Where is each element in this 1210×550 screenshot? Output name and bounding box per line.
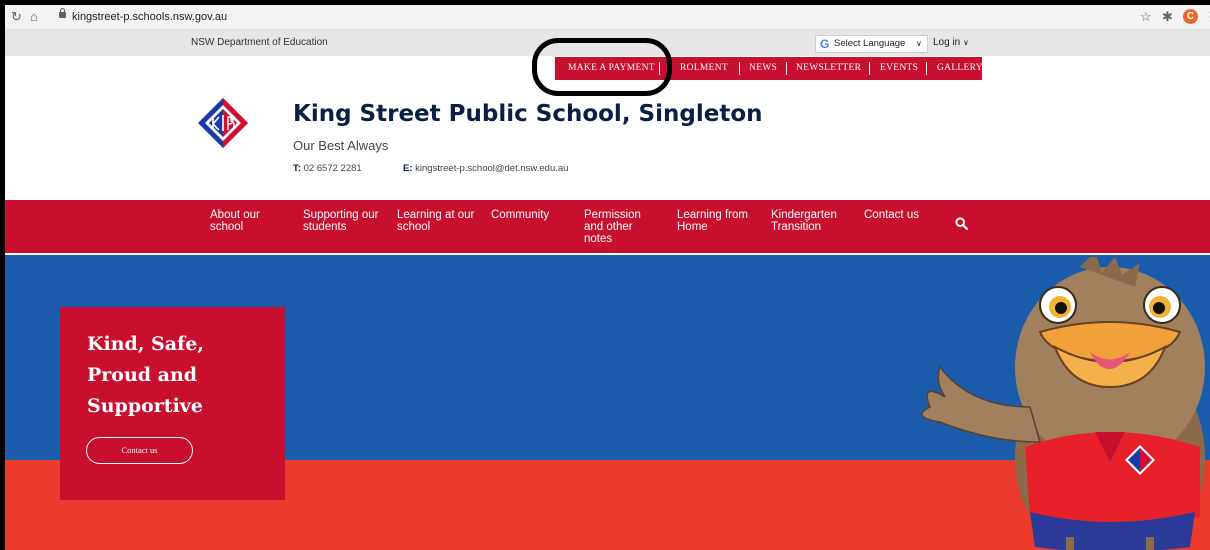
- quick-link-gallery[interactable]: GALLERY: [937, 63, 983, 73]
- phone-label: T:: [293, 163, 301, 174]
- divider: [926, 62, 927, 75]
- login-label: Log in: [933, 37, 961, 48]
- address-bar[interactable]: kingstreet-p.schools.nsw.gov.au: [72, 8, 227, 26]
- search-icon[interactable]: [955, 217, 968, 230]
- nav-about-our-school[interactable]: About our school: [210, 209, 290, 233]
- school-phone: T: 02 6572 2281: [293, 163, 362, 174]
- extensions-icon[interactable]: ✱: [1162, 8, 1173, 26]
- browser-window: ↻ ⌂ kingstreet-p.schools.nsw.gov.au ☆ ✱ …: [5, 5, 1210, 550]
- phone-number[interactable]: 02 6572 2281: [304, 163, 362, 174]
- bookmark-star-icon[interactable]: ☆: [1140, 8, 1152, 26]
- hand-drawn-circle-annotation: [532, 38, 672, 96]
- nav-supporting-our-students[interactable]: Supporting our students: [303, 209, 383, 233]
- google-g-icon: G: [820, 37, 830, 51]
- contact-us-button[interactable]: Contact us: [86, 437, 193, 464]
- nav-kindergarten-transition[interactable]: Kindergarten Transition: [771, 209, 851, 233]
- browser-toolbar: ↻ ⌂ kingstreet-p.schools.nsw.gov.au ☆ ✱ …: [5, 5, 1210, 30]
- nav-contact-us[interactable]: Contact us: [864, 209, 944, 221]
- nav-learning-from-home[interactable]: Learning from Home: [677, 209, 759, 233]
- nav-permission-and-other-notes[interactable]: Permission and other notes: [584, 209, 654, 245]
- email-label: E:: [403, 163, 413, 174]
- quick-link-news[interactable]: NEWS: [749, 63, 777, 73]
- chevron-down-icon: ∨: [916, 39, 922, 48]
- department-link[interactable]: NSW Department of Education: [191, 37, 328, 48]
- school-name[interactable]: King Street Public School, Singleton: [293, 101, 763, 127]
- login-menu[interactable]: Log in ∨: [933, 37, 969, 48]
- home-icon[interactable]: ⌂: [30, 8, 38, 26]
- reload-icon[interactable]: ↻: [11, 8, 22, 26]
- school-email: E: kingstreet-p.school@det.nsw.edu.au: [403, 163, 568, 174]
- browser-menu-icon[interactable]: ⋮: [1204, 8, 1210, 26]
- quick-link-enrolment[interactable]: ROLMENT: [680, 63, 728, 73]
- quick-link-newsletter[interactable]: NEWSLETTER: [796, 63, 861, 73]
- kookaburra-mascot-illustration: [921, 257, 1205, 550]
- language-select[interactable]: G Select Language ∨: [815, 35, 928, 53]
- school-logo-icon: [198, 98, 248, 148]
- nav-community[interactable]: Community: [491, 209, 571, 221]
- quick-link-events[interactable]: EVENTS: [880, 63, 918, 73]
- email-address[interactable]: kingstreet-p.school@det.nsw.edu.au: [415, 163, 568, 174]
- nav-learning-at-our-school[interactable]: Learning at our school: [397, 209, 477, 233]
- chevron-down-icon: ∨: [963, 38, 969, 47]
- school-logo[interactable]: [197, 97, 249, 149]
- profile-avatar[interactable]: C: [1183, 9, 1198, 24]
- divider: [786, 62, 787, 75]
- divider: [739, 62, 740, 75]
- lock-icon: [59, 8, 66, 18]
- hero-card: Kind, Safe, Proud and Supportive Contact…: [60, 307, 285, 500]
- school-tagline: Our Best Always: [293, 138, 389, 153]
- main-navigation: About our school Supporting our students…: [5, 200, 1210, 256]
- divider: [869, 62, 870, 75]
- hero-title: Kind, Safe, Proud and Supportive: [87, 333, 204, 417]
- language-select-label: Select Language: [834, 38, 906, 49]
